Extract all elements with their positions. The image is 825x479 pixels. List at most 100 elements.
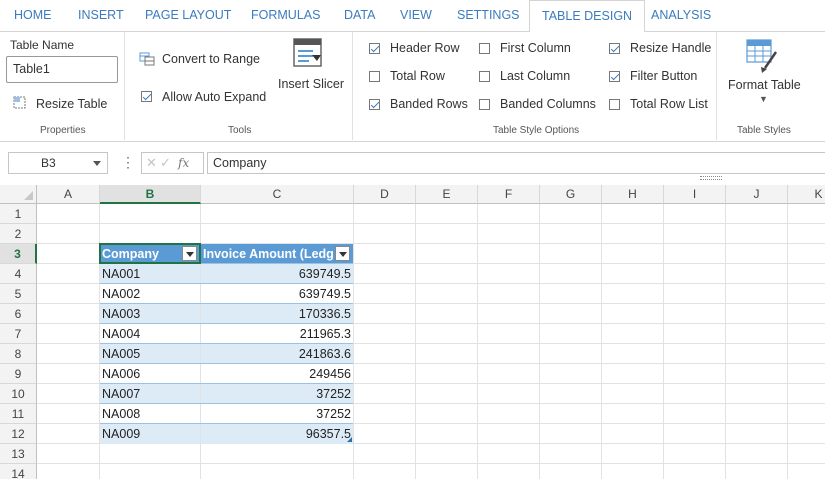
table-cell-company[interactable]: NA008 — [100, 404, 200, 424]
confirm-icon[interactable]: ✓ — [160, 153, 171, 173]
table-row-border — [100, 283, 353, 284]
table-cell-company[interactable]: NA006 — [100, 364, 200, 384]
row-header-4[interactable]: 4 — [0, 264, 37, 284]
allow-auto-expand-checkbox[interactable] — [141, 91, 152, 102]
formula-input[interactable]: Company — [207, 152, 825, 174]
format-table-button[interactable]: Format Table — [728, 78, 801, 92]
filter-button-checkbox[interactable] — [609, 71, 620, 82]
insert-slicer-icon[interactable] — [293, 38, 323, 70]
last-column-checkbox[interactable] — [479, 71, 490, 82]
row-header-9[interactable]: 9 — [0, 364, 37, 384]
table-cell-invoice-amount[interactable]: 249456 — [201, 364, 353, 384]
convert-to-range-icon — [139, 52, 155, 66]
tab-data[interactable]: DATA — [344, 0, 375, 32]
row-header-7[interactable]: 7 — [0, 324, 37, 344]
row-header-3[interactable]: 3 — [0, 244, 37, 264]
table-cell-invoice-amount[interactable]: 96357.5 — [201, 424, 353, 444]
resize-handle-label: Resize Handle — [630, 41, 712, 55]
format-table-icon[interactable] — [745, 38, 779, 74]
column-header-h[interactable]: H — [602, 185, 664, 204]
table-cell-invoice-amount[interactable]: 241863.6 — [201, 344, 353, 364]
table-cell-company[interactable]: NA003 — [100, 304, 200, 324]
table-cell-invoice-amount[interactable]: 37252 — [201, 384, 353, 404]
column-header-c[interactable]: C — [201, 185, 354, 204]
banded-rows-checkbox[interactable] — [369, 99, 380, 110]
column-header-a[interactable]: A — [37, 185, 100, 204]
chevron-down-icon[interactable] — [93, 161, 101, 166]
row-header-11[interactable]: 11 — [0, 404, 37, 424]
tab-formulas[interactable]: FORMULAS — [251, 0, 320, 32]
table-cell-company[interactable]: NA001 — [100, 264, 200, 284]
table-cell-company[interactable]: NA004 — [100, 324, 200, 344]
tab-page-layout[interactable]: PAGE LAYOUT — [145, 0, 231, 32]
row-header-10[interactable]: 10 — [0, 384, 37, 404]
spreadsheet-grid[interactable]: ABCDEFGHIJK 1 2 3 4 5 6 7 8 9 10 11 12 13 14 Company I… — [0, 184, 825, 479]
fx-icon[interactable]: fx — [178, 153, 189, 173]
table-row-border — [100, 323, 353, 324]
ribbon: Table Name Table1 Resize Table Propertie… — [0, 32, 825, 142]
column-header-j[interactable]: J — [726, 185, 788, 204]
gridline — [663, 204, 664, 479]
column-header-d[interactable]: D — [354, 185, 416, 204]
header-row-checkbox[interactable] — [369, 43, 380, 54]
row-header-14[interactable]: 14 — [0, 464, 37, 479]
chevron-down-icon[interactable]: ▼ — [759, 94, 768, 104]
first-column-checkbox[interactable] — [479, 43, 490, 54]
table-name-input[interactable]: Table1 — [6, 56, 118, 83]
tab-home[interactable]: HOME — [14, 0, 52, 32]
group-divider — [124, 32, 125, 140]
table-row-border — [100, 423, 353, 424]
table-header-invoice-amount[interactable]: Invoice Amount (Ledg — [201, 244, 353, 264]
filter-dropdown-icon[interactable] — [335, 246, 350, 261]
cancel-icon[interactable]: ✕ — [146, 153, 157, 173]
group-divider — [352, 32, 353, 140]
tab-table-design[interactable]: TABLE DESIGN — [529, 0, 646, 33]
properties-group-label: Properties — [40, 125, 86, 136]
tab-settings[interactable]: SETTINGS — [457, 0, 520, 32]
column-header-g[interactable]: G — [540, 185, 602, 204]
resize-table-button[interactable]: Resize Table — [36, 97, 107, 111]
column-header-i[interactable]: I — [664, 185, 726, 204]
active-cell-selection — [99, 243, 201, 264]
table-name-label: Table Name — [10, 38, 75, 52]
more-options-icon[interactable]: ⋮ — [121, 152, 135, 172]
total-row-list-checkbox[interactable] — [609, 99, 620, 110]
table-cell-company[interactable]: NA002 — [100, 284, 200, 304]
tab-analysis[interactable]: ANALYSIS — [651, 0, 711, 32]
table-styles-group-label: Table Styles — [737, 125, 791, 136]
total-row-checkbox[interactable] — [369, 71, 380, 82]
row-header-1[interactable]: 1 — [0, 204, 37, 224]
table-cell-invoice-amount[interactable]: 170336.5 — [201, 304, 353, 324]
row-header-8[interactable]: 8 — [0, 344, 37, 364]
formula-bar-resize-grip[interactable] — [700, 176, 722, 180]
column-header-f[interactable]: F — [478, 185, 540, 204]
name-box[interactable]: B3 — [8, 152, 108, 174]
row-header-5[interactable]: 5 — [0, 284, 37, 304]
gridline — [787, 204, 788, 479]
column-header-b[interactable]: B — [100, 185, 201, 204]
table-cell-invoice-amount[interactable]: 639749.5 — [201, 264, 353, 284]
table-resize-handle[interactable] — [347, 437, 352, 442]
tab-view[interactable]: VIEW — [400, 0, 432, 32]
banded-columns-checkbox[interactable] — [479, 99, 490, 110]
resize-table-icon — [13, 96, 26, 109]
resize-handle-checkbox[interactable] — [609, 43, 620, 54]
table-cell-company[interactable]: NA005 — [100, 344, 200, 364]
column-header-k[interactable]: K — [788, 185, 825, 204]
row-header-13[interactable]: 13 — [0, 444, 37, 464]
insert-slicer-button[interactable]: Insert Slicer — [278, 77, 344, 91]
row-header-6[interactable]: 6 — [0, 304, 37, 324]
row-header-12[interactable]: 12 — [0, 424, 37, 444]
table-style-options-group-label: Table Style Options — [493, 125, 580, 136]
row-header-2[interactable]: 2 — [0, 224, 37, 244]
table-cell-invoice-amount[interactable]: 211965.3 — [201, 324, 353, 344]
column-header-e[interactable]: E — [416, 185, 478, 204]
table-cell-invoice-amount[interactable]: 639749.5 — [201, 284, 353, 304]
gridline — [415, 204, 416, 479]
table-cell-company[interactable]: NA009 — [100, 424, 200, 444]
convert-to-range-button[interactable]: Convert to Range — [162, 52, 260, 66]
table-cell-company[interactable]: NA007 — [100, 384, 200, 404]
select-all-corner[interactable] — [0, 185, 37, 204]
table-cell-invoice-amount[interactable]: 37252 — [201, 404, 353, 424]
tab-insert[interactable]: INSERT — [78, 0, 124, 32]
